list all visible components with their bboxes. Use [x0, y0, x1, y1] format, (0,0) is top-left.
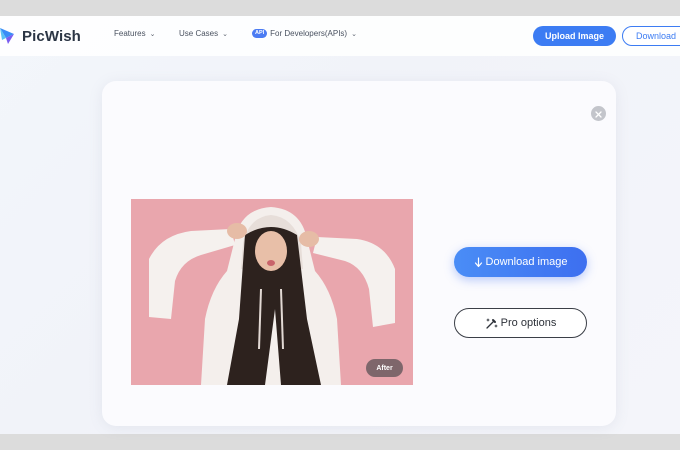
download-button[interactable]: Download — [622, 26, 680, 46]
nav-developers[interactable]: API For Developers(APIs) ⌄ — [252, 29, 357, 38]
chevron-down-icon: ⌄ — [149, 30, 156, 38]
top-navigation-bar: PicWish Features ⌄ Use Cases ⌄ API For D… — [0, 16, 680, 56]
api-badge: API — [252, 29, 268, 38]
after-badge: After — [366, 359, 403, 377]
picwish-logo-icon — [0, 26, 18, 46]
woman-in-white-fur-hoodie-photo — [131, 199, 413, 385]
download-arrow-icon — [474, 256, 483, 268]
nav-use-cases[interactable]: Use Cases ⌄ — [179, 29, 228, 38]
close-button[interactable] — [591, 106, 606, 121]
nav-features-label: Features — [114, 29, 146, 38]
chevron-down-icon: ⌄ — [222, 30, 228, 38]
download-image-button[interactable]: Download image — [454, 247, 587, 277]
nav-developers-label: For Developers(APIs) — [270, 29, 348, 38]
chevron-down-icon: ⌄ — [351, 30, 357, 38]
download-image-label: Download image — [485, 256, 568, 268]
logo-text: PicWish — [22, 27, 81, 45]
pro-options-button[interactable]: Pro options — [454, 308, 587, 338]
pro-options-label: Pro options — [500, 317, 557, 329]
magic-wand-icon — [485, 317, 498, 329]
nav-use-cases-label: Use Cases — [179, 29, 219, 38]
upload-image-button[interactable]: Upload Image — [533, 26, 616, 46]
result-image — [131, 199, 413, 385]
nav-features[interactable]: Features ⌄ — [114, 29, 155, 38]
close-icon — [595, 105, 602, 123]
logo[interactable]: PicWish — [0, 25, 81, 47]
